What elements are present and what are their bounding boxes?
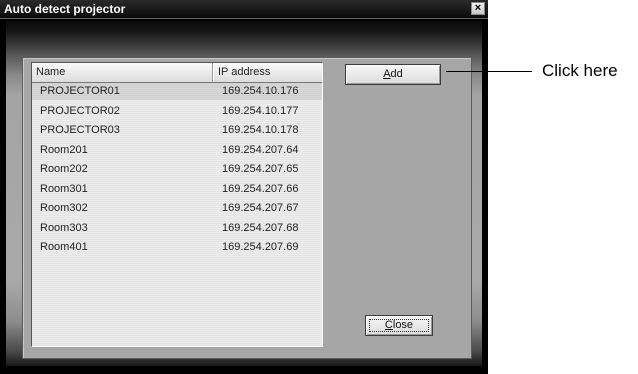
- list-row[interactable]: Room302 169.254.207.67: [32, 200, 322, 217]
- close-icon[interactable]: ×: [471, 2, 485, 15]
- list-row[interactable]: Room202 169.254.207.65: [32, 161, 322, 178]
- row-name-cell: PROJECTOR02: [40, 104, 120, 117]
- list-row[interactable]: Room401 169.254.207.69: [32, 239, 322, 256]
- projector-list[interactable]: Name IP address PROJECTOR01 169.254.10.17…: [31, 62, 323, 347]
- row-ip-cell: 169.254.10.177: [222, 104, 299, 117]
- row-ip-cell: 169.254.207.67: [222, 202, 299, 214]
- callout-label: Click here: [542, 61, 618, 80]
- list-row[interactable]: Room201 169.254.207.64: [32, 142, 322, 159]
- content-panel: Name IP address PROJECTOR01 169.254.10.17…: [22, 57, 472, 359]
- row-ip-cell: 169.254.207.68: [222, 221, 299, 234]
- row-ip-cell: 169.254.10.176: [222, 85, 299, 97]
- row-ip-cell: 169.254.207.69: [222, 241, 299, 253]
- list-header: Name IP address: [32, 63, 322, 83]
- list-row[interactable]: PROJECTOR02 169.254.10.177: [32, 103, 322, 120]
- list-row[interactable]: Room303 169.254.207.68: [32, 220, 322, 237]
- callout-line: [446, 71, 532, 72]
- row-name-cell: PROJECTOR01: [40, 85, 120, 97]
- list-row[interactable]: PROJECTOR01 169.254.10.176: [32, 83, 322, 100]
- list-row[interactable]: Room301 169.254.207.66: [32, 181, 322, 198]
- close-accelerator: C: [384, 319, 393, 331]
- add-accelerator: A: [383, 68, 391, 80]
- window-title: Auto detect projector: [4, 2, 126, 16]
- row-ip-cell: 169.254.207.66: [222, 182, 299, 195]
- row-ip-cell: 169.254.10.178: [222, 124, 299, 136]
- auto-detect-projector-dialog: Auto detect projector × Name IP address …: [0, 0, 488, 374]
- row-name-cell: Room303: [40, 221, 88, 234]
- add-button[interactable]: Add: [345, 64, 441, 85]
- close-button[interactable]: Close: [365, 315, 433, 336]
- dialog-client-area: Name IP address PROJECTOR01 169.254.10.17…: [6, 21, 482, 366]
- row-name-cell: Room202: [40, 163, 88, 175]
- column-header-name[interactable]: Name: [32, 63, 213, 82]
- row-name-cell: Room302: [40, 202, 88, 214]
- row-ip-cell: 169.254.207.65: [222, 163, 299, 175]
- title-bar[interactable]: Auto detect projector ×: [0, 0, 488, 19]
- column-header-ip-address[interactable]: IP address: [213, 63, 322, 82]
- row-name-cell: PROJECTOR03: [40, 124, 120, 136]
- row-ip-cell: 169.254.207.64: [222, 143, 299, 156]
- row-name-cell: Room401: [40, 241, 88, 253]
- row-name-cell: Room201: [40, 143, 88, 156]
- row-name-cell: Room301: [40, 182, 88, 195]
- list-row[interactable]: PROJECTOR03 169.254.10.178: [32, 122, 322, 139]
- close-label-rest: lose: [392, 319, 414, 331]
- add-label-rest: dd: [390, 68, 403, 80]
